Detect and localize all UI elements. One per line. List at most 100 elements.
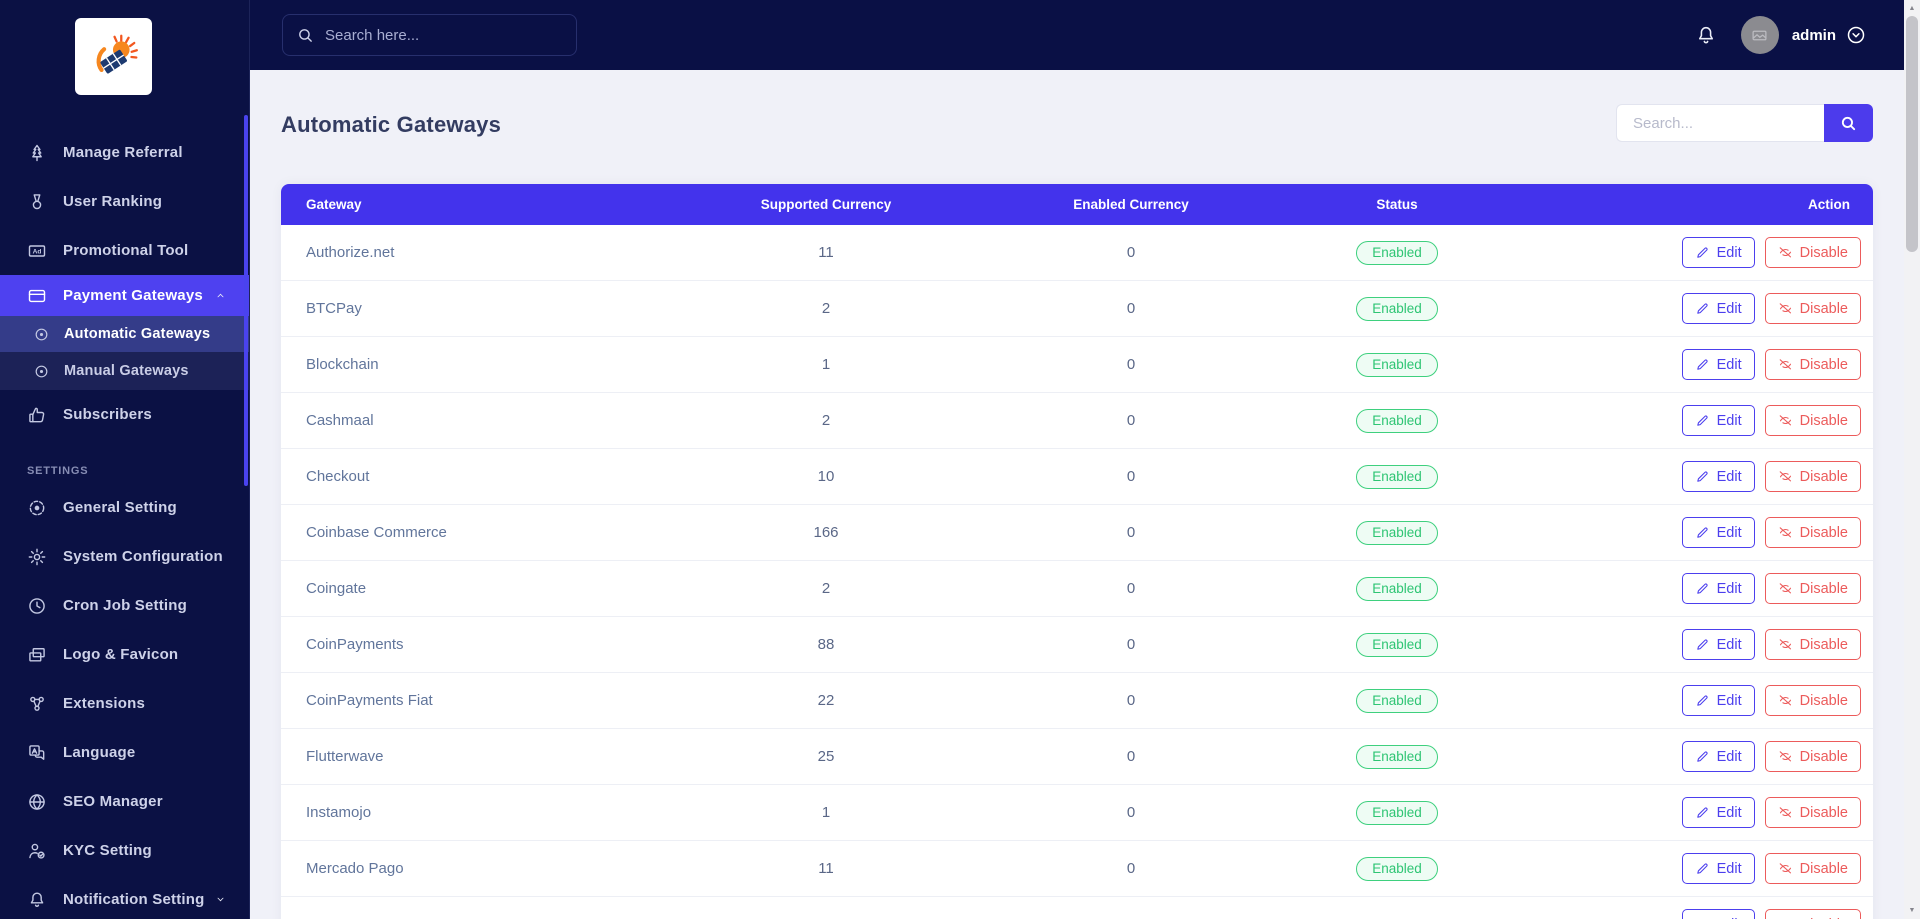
disable-button-label: Disable (1799, 468, 1848, 485)
table-search-button[interactable] (1824, 104, 1873, 142)
brand-logo-icon (96, 34, 138, 73)
sidebar-scrollbar-thumb[interactable] (244, 115, 248, 486)
disable-button[interactable]: Disable (1764, 237, 1861, 268)
edit-button[interactable]: Edit (1681, 349, 1755, 380)
supported-currency-value: 2 (821, 580, 831, 597)
edit-button-label: Edit (1716, 244, 1742, 261)
table-row: Checkout 10 0 Enabled Edit Disable (281, 449, 1873, 505)
sidebar-item-kyc-setting[interactable]: KYC Setting (0, 826, 249, 875)
table-row: Authorize.net 11 0 Enabled Edit Disable (281, 225, 1873, 281)
sidebar-item-automatic-gateways[interactable]: Automatic Gateways (0, 316, 249, 352)
sidebar-item-manage-referral[interactable]: Manage Referral (0, 128, 249, 177)
edit-button[interactable]: Edit (1681, 797, 1755, 828)
disable-eye-slash-icon (1778, 749, 1793, 764)
brand-logo[interactable] (75, 18, 152, 95)
gateway-name: CoinPayments (306, 636, 404, 653)
topbar-search[interactable] (282, 14, 577, 56)
disable-button[interactable]: Disable (1764, 293, 1861, 324)
notification-bell-icon[interactable] (1695, 24, 1717, 47)
edit-button[interactable]: Edit (1681, 461, 1755, 492)
sidebar-item-label: Cron Job Setting (63, 597, 188, 614)
sidebar-item-subscribers[interactable]: Subscribers (0, 390, 249, 439)
disable-button[interactable]: Disable (1764, 797, 1861, 828)
edit-button[interactable]: Edit (1681, 853, 1755, 884)
status-badge: Enabled (1356, 240, 1438, 265)
sidebar-item-user-ranking[interactable]: User Ranking (0, 177, 249, 226)
edit-button[interactable]: Edit (1681, 237, 1755, 268)
edit-button[interactable]: Edit (1681, 909, 1755, 919)
disable-button-label: Disable (1799, 244, 1848, 261)
disable-button[interactable]: Disable (1764, 517, 1861, 548)
disable-button[interactable]: Disable (1764, 909, 1861, 919)
page-scrollbar[interactable]: ▲ ▼ (1904, 0, 1920, 919)
status-badge: Enabled (1356, 800, 1438, 825)
disable-button-label: Disable (1799, 636, 1848, 653)
edit-button[interactable]: Edit (1681, 741, 1755, 772)
disable-button[interactable]: Disable (1764, 573, 1861, 604)
kyc-user-check-icon (27, 841, 47, 861)
disable-button[interactable]: Disable (1764, 629, 1861, 660)
sidebar-item-language[interactable]: Language (0, 728, 249, 777)
sidebar-item-notification-setting[interactable]: Notification Setting (0, 875, 249, 919)
sidebar-item-seo-manager[interactable]: SEO Manager (0, 777, 249, 826)
status-badge: Enabled (1356, 520, 1438, 545)
edit-button[interactable]: Edit (1681, 629, 1755, 660)
avatar[interactable] (1740, 16, 1779, 54)
enabled-currency-value: 0 (1126, 860, 1136, 877)
table-row: Cashmaal 2 0 Enabled Edit Disable (281, 393, 1873, 449)
sidebar-item-promotional-tool[interactable]: Ad Promotional Tool (0, 226, 249, 275)
sidebar-item-cron-job-setting[interactable]: Cron Job Setting (0, 581, 249, 630)
scrollbar-thumb[interactable] (1906, 16, 1918, 252)
search-icon (297, 27, 314, 44)
edit-button[interactable]: Edit (1681, 293, 1755, 324)
table-header: Gateway Supported Currency Enabled Curre… (281, 184, 1873, 225)
topbar-search-input[interactable] (325, 26, 562, 44)
supported-currency-value: 88 (817, 636, 835, 653)
sidebar-item-label: Notification Setting (63, 891, 205, 908)
account-chevron-icon[interactable] (1846, 25, 1866, 45)
disable-button[interactable]: Disable (1764, 853, 1861, 884)
disable-button[interactable]: Disable (1764, 461, 1861, 492)
edit-button[interactable]: Edit (1681, 685, 1755, 716)
supported-currency-value: 2 (821, 412, 831, 429)
edit-button[interactable]: Edit (1681, 573, 1755, 604)
gateway-name: Coinbase Commerce (306, 524, 447, 541)
sidebar-item-general-setting[interactable]: General Setting (0, 483, 249, 532)
disable-eye-slash-icon (1778, 861, 1793, 876)
sidebar-item-label: User Ranking (63, 193, 163, 210)
status-badge: Enabled (1356, 856, 1438, 881)
edit-button-label: Edit (1716, 412, 1742, 429)
topbar: admin (250, 0, 1920, 70)
gateway-name: Cashmaal (306, 412, 374, 429)
edit-pencil-icon (1695, 693, 1710, 708)
sidebar-item-extensions[interactable]: Extensions (0, 679, 249, 728)
referral-tree-icon (27, 143, 47, 163)
subscribers-thumb-icon (27, 405, 47, 425)
edit-button-label: Edit (1716, 524, 1742, 541)
edit-button-label: Edit (1716, 860, 1742, 877)
sidebar-item-system-configuration[interactable]: System Configuration (0, 532, 249, 581)
system-gear-icon (27, 547, 47, 567)
avatar-placeholder-icon (1752, 30, 1767, 40)
scrollbar-up-arrow[interactable]: ▲ (1904, 5, 1920, 12)
disable-eye-slash-icon (1778, 245, 1793, 260)
sidebar-item-manual-gateways[interactable]: Manual Gateways (0, 352, 249, 390)
table-search-input[interactable] (1616, 104, 1824, 142)
sidebar-item-logo-favicon[interactable]: Logo & Favicon (0, 630, 249, 679)
disable-button[interactable]: Disable (1764, 349, 1861, 380)
edit-button[interactable]: Edit (1681, 405, 1755, 436)
scrollbar-down-arrow[interactable]: ▼ (1904, 907, 1920, 914)
sidebar-item-payment-gateways[interactable]: Payment Gateways (0, 275, 249, 316)
edit-pencil-icon (1695, 861, 1710, 876)
cron-clock-icon (27, 596, 47, 616)
disable-button[interactable]: Disable (1764, 741, 1861, 772)
disable-eye-slash-icon (1778, 469, 1793, 484)
status-badge: Enabled (1356, 296, 1438, 321)
username[interactable]: admin (1792, 27, 1836, 44)
edit-button[interactable]: Edit (1681, 517, 1755, 548)
edit-pencil-icon (1695, 805, 1710, 820)
disable-button[interactable]: Disable (1764, 685, 1861, 716)
disable-button[interactable]: Disable (1764, 405, 1861, 436)
disable-button-label: Disable (1799, 524, 1848, 541)
table-row: Instamojo 1 0 Enabled Edit Disable (281, 785, 1873, 841)
